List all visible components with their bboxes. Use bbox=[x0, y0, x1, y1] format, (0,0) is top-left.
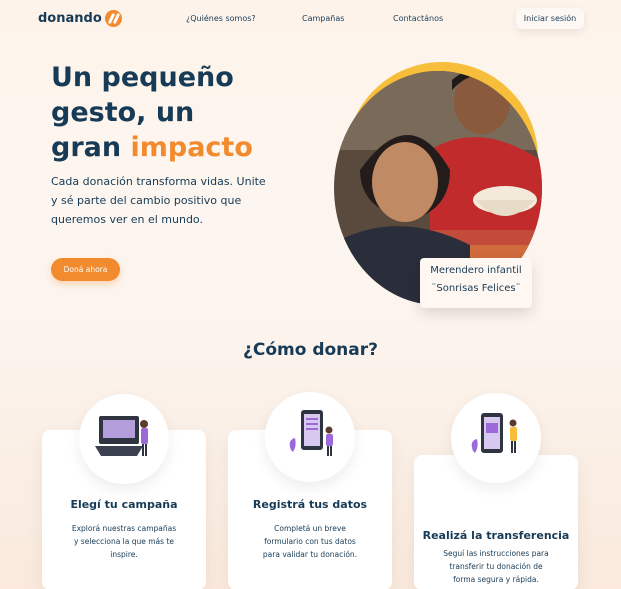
hero-title-line3: gran bbox=[51, 132, 131, 163]
logo-text: donando bbox=[38, 11, 102, 26]
step-title-register: Registrá tus datos bbox=[252, 498, 368, 511]
step-title-choose: Elegí tu campaña bbox=[70, 498, 178, 511]
hero-title-line2: gesto, un bbox=[51, 97, 195, 128]
caption-subtitle: ¨Sonrisas Felices¨ bbox=[431, 283, 521, 294]
hero-subtitle: Cada donación transforma vidas. Unite y … bbox=[51, 175, 266, 226]
nav-link-contact[interactable]: Contactános bbox=[393, 14, 443, 23]
donate-now-button[interactable]: Doná ahora bbox=[51, 258, 120, 281]
step-title-transfer: Realizá la transferencia bbox=[422, 529, 570, 542]
step-card-register: Registrá tus datos Completá un breve for… bbox=[228, 392, 392, 589]
laptop-illustration-icon bbox=[95, 416, 148, 456]
logo[interactable]: donando bbox=[38, 10, 122, 27]
caption-title: Merendero infantil bbox=[430, 265, 522, 276]
phone-transfer-illustration-icon bbox=[471, 413, 517, 453]
how-to-donate-title: ¿Cómo donar? bbox=[243, 340, 378, 360]
hero-title-accent: impacto bbox=[130, 132, 253, 163]
step-text-register: Completá un breve formulario con tus dat… bbox=[262, 524, 358, 559]
step-illustration-register bbox=[265, 392, 355, 482]
logo-mark-icon bbox=[104, 10, 122, 27]
step-illustration-transfer bbox=[451, 393, 541, 483]
phone-form-illustration-icon bbox=[289, 410, 333, 456]
step-text-transfer: Seguí las instrucciones para transferir … bbox=[443, 549, 549, 584]
step-illustration-choose bbox=[79, 394, 169, 484]
step-card-transfer: Realizá la transferencia Seguí las instr… bbox=[414, 393, 578, 589]
nav-link-campaigns[interactable]: Campañas bbox=[302, 14, 344, 23]
step-card-choose: Elegí tu campaña Explorá nuestras campañ… bbox=[42, 394, 206, 589]
step-text-choose: Explorá nuestras campañas y selecciona l… bbox=[71, 524, 177, 559]
hero-title: Un pequeño gesto, un gran impacto bbox=[51, 60, 311, 165]
login-button[interactable]: Iniciar sesión bbox=[516, 8, 584, 29]
hero-caption: Merendero infantil ¨Sonrisas Felices¨ bbox=[420, 258, 532, 308]
top-nav: donando ¿Quiénes somos? Campañas Contact… bbox=[0, 0, 621, 40]
hero-title-line1: Un pequeño bbox=[51, 62, 234, 93]
nav-link-about[interactable]: ¿Quiénes somos? bbox=[186, 14, 256, 23]
